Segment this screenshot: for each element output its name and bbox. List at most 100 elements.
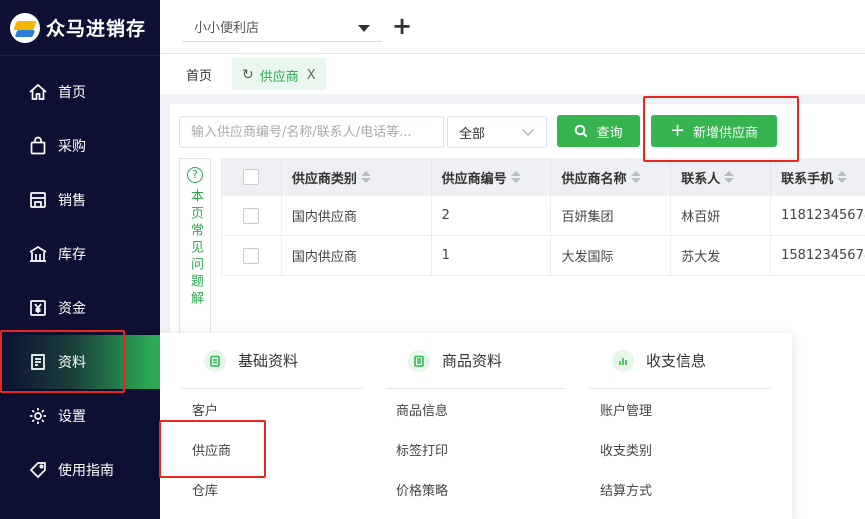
search-input[interactable] [179,116,444,148]
sidebar-item-label: 资料 [58,355,86,371]
warehouse-icon [29,245,47,262]
row-checkbox[interactable] [243,247,260,264]
sidebar-item-label: 采购 [58,139,86,155]
sidebar-item-guide[interactable]: 使用指南 [0,443,160,497]
add-supplier-button[interactable]: + 新增供应商 [651,115,777,147]
data-dropdown-menu: 基础资料 客户 供应商 仓库 商品资料 商品信息 标签打印 价格策略 收支信息 … [160,333,792,519]
table-cell: 苏大发 [671,236,772,275]
table-header: 供应商类别 供应商编号 供应商名称 联系人 联系手机 [222,158,865,196]
gear-icon [30,408,46,424]
select-all-cell [222,158,282,196]
sidebar-item-sales[interactable]: 销售 [0,173,160,227]
menu-item-accounts[interactable]: 账户管理 [590,389,770,429]
table-cell: 2 [432,196,552,235]
table-cell: 1 [432,236,552,275]
faq-text: 本页常见问题解 [188,189,203,308]
faq-link[interactable]: ? 本页常见问题解 [179,158,211,338]
table-row[interactable]: 国内供应商 1 大发国际 苏大发 15812345678 [222,236,865,276]
column-header[interactable]: 供应商名称 [551,158,672,196]
logo-icon [10,12,40,43]
sidebar-item-purchase[interactable]: 采购 [0,119,160,173]
tab-supplier[interactable]: ↻ 供应商 X [232,58,326,90]
document-icon [31,354,45,370]
chevron-down-icon [522,124,534,136]
menu-column-basic: 基础资料 客户 供应商 仓库 [182,333,362,509]
sort-icon[interactable] [510,171,521,183]
menu-item-label-print[interactable]: 标签打印 [386,429,566,469]
add-supplier-label: 新增供应商 [693,125,759,141]
menu-item-customer[interactable]: 客户 [182,389,362,429]
supplier-table: 供应商类别 供应商编号 供应商名称 联系人 联系手机 国内供应商 2 百妍集团 … [221,158,865,276]
table-cell: 林百妍 [671,196,772,235]
column-header-label: 联系手机 [781,171,834,187]
menu-item-price-strategy[interactable]: 价格策略 [386,469,566,509]
sidebar-item-home[interactable]: 首页 [0,65,160,119]
table-cell: 15812345678 [771,236,865,275]
clipboard-icon [204,349,226,372]
store-select-value: 小小便利店 [194,21,260,36]
menu-column-title: 基础资料 [182,333,362,389]
tab-bar: 首页 ↻ 供应商 X [160,54,865,94]
column-header[interactable]: 供应商类别 [282,158,432,196]
sort-icon[interactable] [630,171,641,183]
sort-icon[interactable] [837,171,848,183]
close-icon[interactable]: X [307,68,316,83]
table-row[interactable]: 国内供应商 2 百妍集团 林百妍 11812345678 [222,196,865,236]
column-header-label: 联系人 [681,171,721,187]
sidebar-item-label: 首页 [58,85,86,101]
tab-label: 供应商 [259,69,299,85]
column-header-label: 供应商名称 [561,171,627,187]
menu-column-title-text: 商品资料 [442,352,503,370]
menu-item-categories[interactable]: 收支类别 [590,429,770,469]
sidebar: 众马进销存 首页 采购 销售 库存 资金 资料 设置 使用指南 [0,0,160,519]
store-select[interactable]: 小小便利店 [182,12,382,42]
tab-home[interactable]: 首页 [176,58,222,90]
menu-item-product-info[interactable]: 商品信息 [386,389,566,429]
app-name: 众马进销存 [46,18,147,40]
list-icon [408,349,430,372]
sort-icon[interactable] [360,171,371,183]
tag-icon [29,462,46,479]
sidebar-item-label: 使用指南 [58,463,114,479]
tab-label: 首页 [186,68,213,84]
app-logo[interactable]: 众马进销存 [0,0,160,56]
column-header[interactable]: 联系手机 [771,158,865,196]
top-bar: 小小便利店 + [160,0,865,54]
add-store-button[interactable]: + [392,14,412,38]
bag-icon [30,136,46,155]
menu-column-title-text: 收支信息 [646,352,707,370]
query-button[interactable]: 查询 [557,115,640,147]
column-header[interactable]: 联系人 [671,158,772,196]
table-cell: 11812345678 [771,196,865,235]
table-cell: 百妍集团 [551,196,672,235]
refresh-icon[interactable]: ↻ [242,67,254,83]
menu-item-settlement[interactable]: 结算方式 [590,469,770,509]
sort-icon[interactable] [724,171,735,183]
row-checkbox[interactable] [243,207,260,224]
menu-item-supplier[interactable]: 供应商 [182,429,362,469]
type-select-value: 全部 [459,126,486,142]
sidebar-item-label: 库存 [58,247,86,263]
menu-item-warehouse[interactable]: 仓库 [182,469,362,509]
sidebar-item-settings[interactable]: 设置 [0,389,160,443]
row-select-cell [222,196,282,235]
column-header-label: 供应商编号 [441,171,507,187]
sidebar-item-label: 资金 [58,301,86,317]
question-icon: ? [187,167,203,183]
column-header-label: 供应商类别 [291,171,357,187]
sidebar-item-data[interactable]: 资料 [0,335,160,389]
type-select[interactable]: 全部 [447,116,547,148]
caret-down-icon [358,25,370,32]
yen-icon [30,300,46,316]
query-button-label: 查询 [596,125,623,141]
search-icon [575,124,588,138]
menu-column-title: 商品资料 [386,333,566,389]
sidebar-item-funds[interactable]: 资金 [0,281,160,335]
sidebar-item-label: 销售 [58,193,86,209]
home-icon [29,83,47,100]
column-header[interactable]: 供应商编号 [432,158,552,196]
table-cell: 国内供应商 [282,236,432,275]
menu-column-title: 收支信息 [590,333,770,389]
select-all-checkbox[interactable] [243,169,260,185]
sidebar-item-inventory[interactable]: 库存 [0,227,160,281]
